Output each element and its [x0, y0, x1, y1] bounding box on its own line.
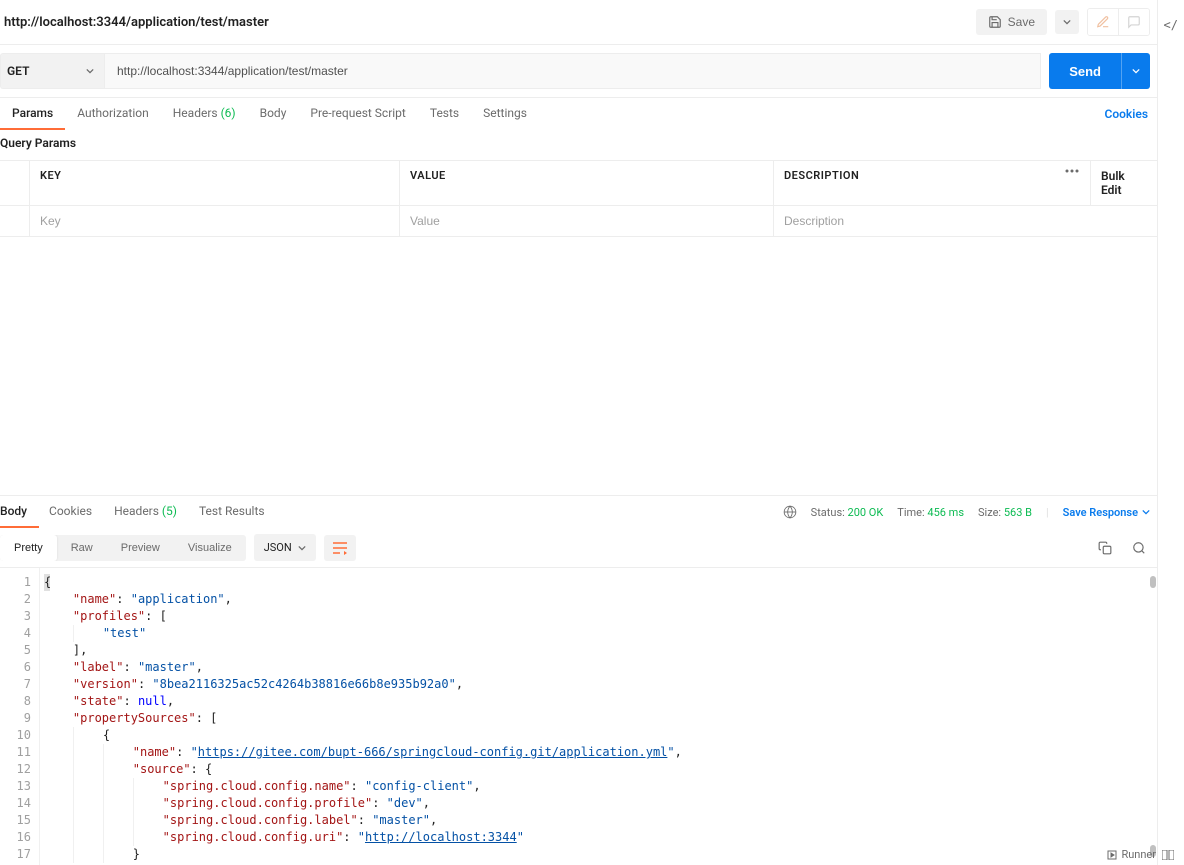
- chevron-down-icon: [1063, 18, 1071, 26]
- save-label: Save: [1008, 15, 1035, 29]
- resp-tab-body[interactable]: Body: [0, 496, 39, 528]
- edit-icon-button[interactable]: [1088, 9, 1119, 35]
- time-label: Time: 456 ms: [897, 506, 964, 519]
- resp-tab-headers[interactable]: Headers (5): [114, 496, 189, 528]
- ellipsis-icon: [1065, 169, 1079, 173]
- request-title: http://localhost:3344/application/test/m…: [4, 15, 269, 30]
- comment-icon: [1127, 15, 1141, 29]
- query-params-title: Query Params: [0, 130, 1158, 160]
- resp-tab-cookies[interactable]: Cookies: [49, 496, 104, 528]
- wrap-icon: [332, 541, 348, 555]
- url-input[interactable]: [104, 53, 1041, 89]
- globe-icon[interactable]: [783, 505, 797, 519]
- footer: Runner: [1097, 844, 1184, 865]
- value-input[interactable]: [410, 214, 763, 228]
- params-table: KEY VALUE DESCRIPTION Bulk Edit: [0, 160, 1158, 237]
- chevron-down-icon: [1132, 67, 1140, 75]
- wrap-lines-button[interactable]: [324, 535, 356, 561]
- chevron-down-icon: [1142, 508, 1150, 516]
- save-response-button[interactable]: Save Response: [1063, 506, 1150, 519]
- copy-icon: [1098, 541, 1112, 555]
- resp-tab-test-results[interactable]: Test Results: [199, 496, 277, 528]
- chevron-down-icon: [86, 67, 94, 75]
- save-dropdown[interactable]: [1055, 10, 1079, 34]
- scrollbar-thumb[interactable]: [1150, 576, 1156, 588]
- view-visualize[interactable]: Visualize: [174, 535, 246, 561]
- code-icon[interactable]: </: [1164, 18, 1178, 32]
- cookies-link[interactable]: Cookies: [1102, 99, 1150, 129]
- column-value: VALUE: [400, 161, 774, 205]
- tab-settings[interactable]: Settings: [471, 98, 539, 130]
- column-description: DESCRIPTION: [774, 161, 1055, 205]
- copy-button[interactable]: [1094, 537, 1116, 559]
- request-tabs: Params Authorization Headers (6) Body Pr…: [0, 98, 1158, 130]
- tab-authorization[interactable]: Authorization: [65, 98, 161, 130]
- panes-button[interactable]: [1162, 850, 1174, 860]
- runner-button[interactable]: Runner: [1107, 848, 1156, 861]
- comment-icon-button[interactable]: [1119, 9, 1149, 35]
- panes-icon: [1162, 850, 1174, 860]
- more-options[interactable]: [1055, 161, 1091, 205]
- request-header: http://localhost:3344/application/test/m…: [0, 0, 1158, 45]
- http-method-select[interactable]: GET: [0, 53, 104, 89]
- view-raw[interactable]: Raw: [57, 535, 107, 561]
- search-icon: [1132, 541, 1146, 555]
- tab-body[interactable]: Body: [248, 98, 299, 130]
- pencil-icon: [1096, 15, 1110, 29]
- bulk-edit-button[interactable]: Bulk Edit: [1091, 161, 1157, 205]
- tab-prerequest[interactable]: Pre-request Script: [298, 98, 417, 130]
- save-button[interactable]: Save: [976, 9, 1047, 35]
- key-input[interactable]: [40, 214, 389, 228]
- tab-params[interactable]: Params: [0, 98, 65, 130]
- save-icon: [988, 15, 1002, 29]
- response-panel: Body Cookies Headers (5) Test Results St…: [0, 495, 1158, 865]
- view-preview[interactable]: Preview: [107, 535, 174, 561]
- status-label: Status: 200 OK: [811, 506, 884, 519]
- line-gutter: 1234567891011121314151617: [0, 568, 40, 865]
- column-key: KEY: [30, 161, 400, 205]
- play-icon: [1107, 850, 1117, 860]
- size-label: Size: 563 B: [978, 506, 1032, 519]
- send-dropdown[interactable]: [1121, 53, 1150, 89]
- view-pretty[interactable]: Pretty: [0, 535, 57, 561]
- format-select[interactable]: JSON: [254, 534, 316, 561]
- table-row: [0, 205, 1157, 236]
- tab-headers[interactable]: Headers (6): [161, 98, 248, 130]
- description-input[interactable]: [784, 214, 1147, 228]
- send-button[interactable]: Send: [1049, 53, 1121, 89]
- chevron-down-icon: [298, 544, 306, 552]
- response-body-editor[interactable]: 1234567891011121314151617 { "name": "app…: [0, 567, 1158, 865]
- url-bar: GET Send: [0, 45, 1158, 98]
- tab-tests[interactable]: Tests: [418, 98, 471, 130]
- checkbox-column: [0, 161, 30, 205]
- http-method-label: GET: [7, 64, 29, 78]
- search-button[interactable]: [1128, 537, 1150, 559]
